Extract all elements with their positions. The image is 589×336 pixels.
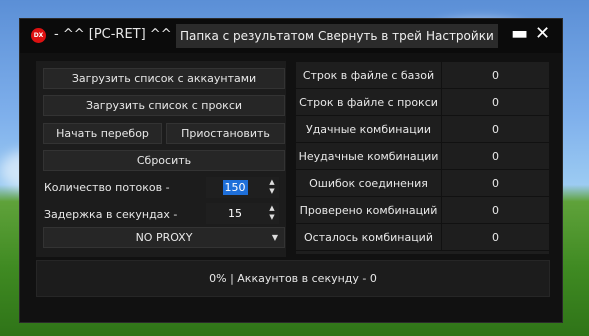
chevron-down-icon[interactable]: ▼ [272, 228, 278, 247]
reset-button[interactable]: Сбросить [43, 150, 285, 171]
minimize-icon[interactable]: ▬ [511, 23, 528, 45]
stat-label: Удачные комбинации [305, 123, 431, 136]
stat-row: Строк в файле с прокси 0 [296, 89, 549, 116]
load-proxy-button[interactable]: Загрузить список с прокси [43, 95, 285, 116]
stats-table: Строк в файле с базой 0 Строк в файле с … [296, 62, 549, 254]
stat-value: 0 [492, 150, 499, 163]
close-icon[interactable]: ✕ [535, 23, 550, 45]
stat-label: Строк в файле с базой [302, 69, 435, 82]
threads-value[interactable]: 150 [206, 177, 264, 198]
delay-label: Задержка в секундах - [44, 208, 178, 221]
stat-value: 0 [492, 123, 499, 136]
start-button[interactable]: Начать перебор [43, 123, 162, 144]
title-bar[interactable]: DX - ^^ [PC-RET] ^^ - Папка с результато… [20, 19, 562, 53]
stat-row: Удачные комбинации 0 [296, 116, 549, 143]
stepper-arrows-icon[interactable]: ▲ ▼ [267, 204, 277, 223]
stat-label: Неудачные комбинации [298, 150, 439, 163]
delay-stepper[interactable]: 15 ▲ ▼ [206, 203, 279, 224]
pause-button[interactable]: Приостановить [166, 123, 285, 144]
stat-label: Осталось комбинаций [304, 231, 433, 244]
threads-label: Количество потоков - [44, 181, 170, 194]
stat-value: 0 [492, 204, 499, 217]
menu-item-settings[interactable]: Настройки [426, 29, 494, 43]
stat-value: 0 [492, 231, 499, 244]
menu-item-results-folder[interactable]: Папка с результатом [180, 29, 314, 43]
stat-value: 0 [492, 69, 499, 82]
stat-row: Неудачные комбинации 0 [296, 143, 549, 170]
stat-label: Ошибок соединения [309, 177, 428, 190]
app-window: DX - ^^ [PC-RET] ^^ - Папка с результато… [19, 18, 563, 323]
window-title: - ^^ [PC-RET] ^^ - [54, 27, 181, 42]
status-bar: 0% | Аккаунтов в секунду - 0 [36, 260, 550, 297]
stepper-arrows-icon[interactable]: ▲ ▼ [267, 178, 277, 197]
proxy-mode-value: NO PROXY [135, 231, 193, 244]
threads-stepper[interactable]: 150 ▲ ▼ [206, 177, 279, 198]
stat-row: Строк в файле с базой 0 [296, 62, 549, 89]
stat-row: Ошибок соединения 0 [296, 170, 549, 197]
delay-value[interactable]: 15 [206, 203, 264, 224]
stat-value: 0 [492, 177, 499, 190]
menu-item-minimize-to-tray[interactable]: Свернуть в трей [318, 29, 422, 43]
load-accounts-button[interactable]: Загрузить список с аккаунтами [43, 68, 285, 89]
menu-bar: Папка с результатом Свернуть в трей Наст… [176, 24, 498, 48]
stat-row: Проверено комбинаций 0 [296, 197, 549, 224]
proxy-mode-select[interactable]: NO PROXY ▼ [43, 227, 285, 248]
dx-logo-icon[interactable]: DX [31, 28, 46, 43]
stat-row: Осталось комбинаций 0 [296, 224, 549, 251]
stat-label: Проверено комбинаций [299, 204, 438, 217]
stat-label: Строк в файле с прокси [299, 96, 438, 109]
stat-value: 0 [492, 96, 499, 109]
